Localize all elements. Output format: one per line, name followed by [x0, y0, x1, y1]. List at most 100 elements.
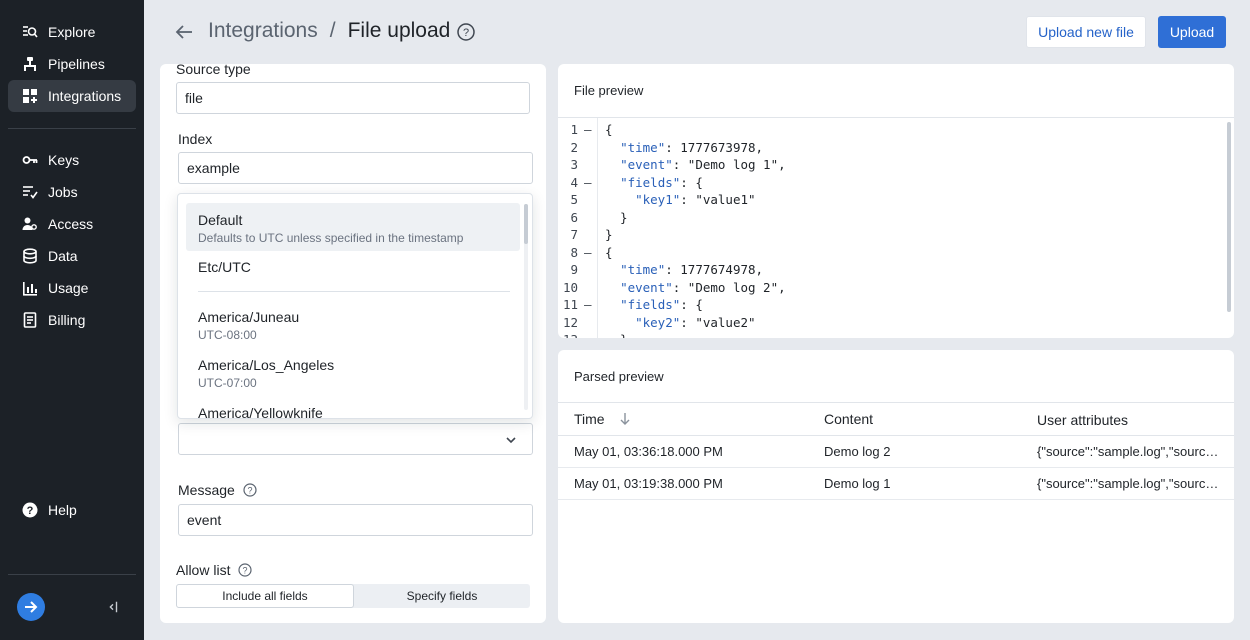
cell-time: May 01, 03:36:18.000 PM — [574, 444, 723, 459]
line-number: 12 — [562, 314, 578, 330]
column-header-content[interactable]: Content — [824, 403, 1024, 435]
column-header-user-attributes[interactable]: User attributes — [1037, 403, 1219, 435]
timezone-option-america-juneau[interactable]: America/Juneau UTC-08:00 — [186, 309, 520, 349]
sidebar-item-label: Help — [48, 502, 77, 518]
line-number: 10 — [562, 279, 578, 295]
sidebar-item-data[interactable]: Data — [8, 240, 136, 272]
line-number: 4 — [570, 174, 578, 190]
cell-user-attributes: {"source":"sample.log","source_type":"fi… — [1037, 444, 1219, 459]
code-text: "time": 1777673978, — [620, 139, 764, 155]
sidebar-item-label: Jobs — [48, 184, 78, 200]
fold-toggle-icon[interactable]: – — [584, 174, 592, 192]
code-text: } — [605, 331, 628, 338]
sort-arrow-down-icon[interactable] — [619, 412, 631, 426]
breadcrumb-integrations[interactable]: Integrations — [208, 19, 318, 43]
code-text: "fields": { — [620, 297, 703, 312]
table-row[interactable]: May 01, 03:36:18.000 PM Demo log 2 {"sou… — [558, 436, 1234, 468]
sidebar-item-keys[interactable]: Keys — [8, 144, 136, 176]
sidebar-item-billing[interactable]: Billing — [8, 304, 136, 336]
dropdown-scrollbar-thumb[interactable] — [524, 204, 528, 244]
sidebar-item-label: Pipelines — [48, 56, 105, 72]
sidebar-item-integrations[interactable]: Integrations — [8, 80, 136, 112]
code-line: 12 "key2": "value2" — [558, 314, 1234, 332]
code-text: "time": 1777674978, — [620, 262, 764, 277]
upload-new-file-button[interactable]: Upload new file — [1026, 16, 1146, 48]
code-line: 13 } — [558, 331, 1234, 338]
code-line: 7} — [558, 226, 1234, 244]
breadcrumb-separator: / — [329, 19, 336, 42]
specify-fields-option[interactable]: Specify fields — [354, 584, 530, 608]
breadcrumb: Integrations / File upload — [208, 19, 450, 43]
receipt-icon — [22, 312, 38, 328]
svg-text:?: ? — [247, 486, 252, 496]
code-text: } — [605, 209, 628, 225]
include-all-fields-option[interactable]: Include all fields — [176, 584, 354, 608]
file-preview-title: File preview — [574, 83, 644, 98]
line-number: 9 — [570, 262, 578, 277]
code-line: 3 "event": "Demo log 1", — [558, 156, 1234, 174]
timezone-option-default[interactable]: Default Defaults to UTC unless specified… — [186, 203, 520, 251]
code-line: 9 "time": 1777674978, — [558, 261, 1234, 279]
question-circle-icon[interactable]: ? — [243, 483, 257, 497]
cell-time: May 01, 03:19:38.000 PM — [574, 476, 723, 491]
code-line: 2 "time": 1777673978, — [558, 139, 1234, 157]
sidebar-item-usage[interactable]: Usage — [8, 272, 136, 304]
timezone-option-america-yellowknife[interactable]: America/Yellowknife — [186, 405, 520, 418]
timezone-dropdown-menu: Default Defaults to UTC unless specified… — [177, 193, 533, 419]
line-number: 7 — [570, 227, 578, 242]
sidebar-item-label: Data — [48, 248, 78, 264]
allow-list-toggle: Include all fields Specify fields — [176, 584, 530, 608]
line-number: 2 — [570, 139, 578, 155]
pipeline-icon — [22, 56, 38, 72]
code-line: 10 "event": "Demo log 2", — [558, 279, 1234, 297]
question-circle-icon[interactable]: ? — [456, 22, 476, 42]
explore-icon — [22, 24, 38, 40]
line-number: 8 — [570, 244, 578, 260]
line-number: 6 — [570, 209, 578, 225]
fold-toggle-icon[interactable]: – — [584, 244, 592, 262]
sidebar-item-label: Usage — [48, 280, 89, 296]
parsed-preview-title: Parsed preview — [574, 369, 664, 384]
upload-button[interactable]: Upload — [1158, 16, 1226, 48]
allow-list-label: Allow list ? — [176, 562, 253, 578]
code-line: 1–{ — [558, 121, 1234, 139]
sidebar-item-label: Explore — [48, 24, 96, 40]
sidebar-item-access[interactable]: Access — [8, 208, 136, 240]
code-line: 6 } — [558, 209, 1234, 227]
app-logo-icon[interactable] — [17, 593, 45, 621]
column-header-time[interactable]: Time — [574, 403, 814, 435]
dropdown-divider — [198, 291, 510, 292]
svg-text:?: ? — [463, 27, 469, 39]
svg-text:?: ? — [243, 566, 248, 576]
parsed-preview-panel: Parsed preview Time Content User attribu… — [558, 350, 1234, 623]
svg-text:?: ? — [27, 505, 34, 517]
question-circle-icon[interactable]: ? — [238, 563, 253, 577]
code-text: "fields": { — [620, 174, 703, 190]
sidebar-divider — [8, 128, 136, 129]
table-row[interactable]: May 01, 03:19:38.000 PM Demo log 1 {"sou… — [558, 468, 1234, 500]
cell-content: Demo log 1 — [824, 476, 891, 491]
sidebar-item-help[interactable]: ? Help — [8, 494, 136, 526]
code-line: 8–{ — [558, 244, 1234, 262]
code-text: "key1": "value1" — [635, 192, 756, 207]
sidebar-item-explore[interactable]: Explore — [8, 16, 136, 48]
collapse-sidebar-icon[interactable] — [104, 598, 122, 616]
sidebar-item-pipelines[interactable]: Pipelines — [8, 48, 136, 80]
timezone-select[interactable] — [178, 423, 533, 455]
message-input[interactable]: event — [178, 504, 533, 536]
timezone-option-etc-utc[interactable]: Etc/UTC — [186, 259, 520, 283]
table-header: Time Content User attributes — [558, 402, 1234, 436]
page-title: File upload — [347, 19, 451, 42]
index-input[interactable]: example — [178, 152, 533, 184]
back-arrow-icon[interactable] — [174, 22, 194, 42]
code-line: 11– "fields": { — [558, 296, 1234, 314]
cell-user-attributes: {"source":"sample.log","source_type":"fi… — [1037, 476, 1219, 491]
source-type-input[interactable]: file — [176, 82, 530, 114]
fold-toggle-icon[interactable]: – — [584, 296, 592, 314]
code-line: 5 "key1": "value1" — [558, 191, 1234, 209]
timezone-option-america-los-angeles[interactable]: America/Los_Angeles UTC-07:00 — [186, 357, 520, 397]
code-editor[interactable]: 1–{2 "time": 1777673978, 3 "event": "Demo… — [558, 117, 1234, 338]
line-number: 5 — [570, 192, 578, 207]
sidebar-item-jobs[interactable]: Jobs — [8, 176, 136, 208]
fold-toggle-icon[interactable]: – — [584, 121, 592, 139]
